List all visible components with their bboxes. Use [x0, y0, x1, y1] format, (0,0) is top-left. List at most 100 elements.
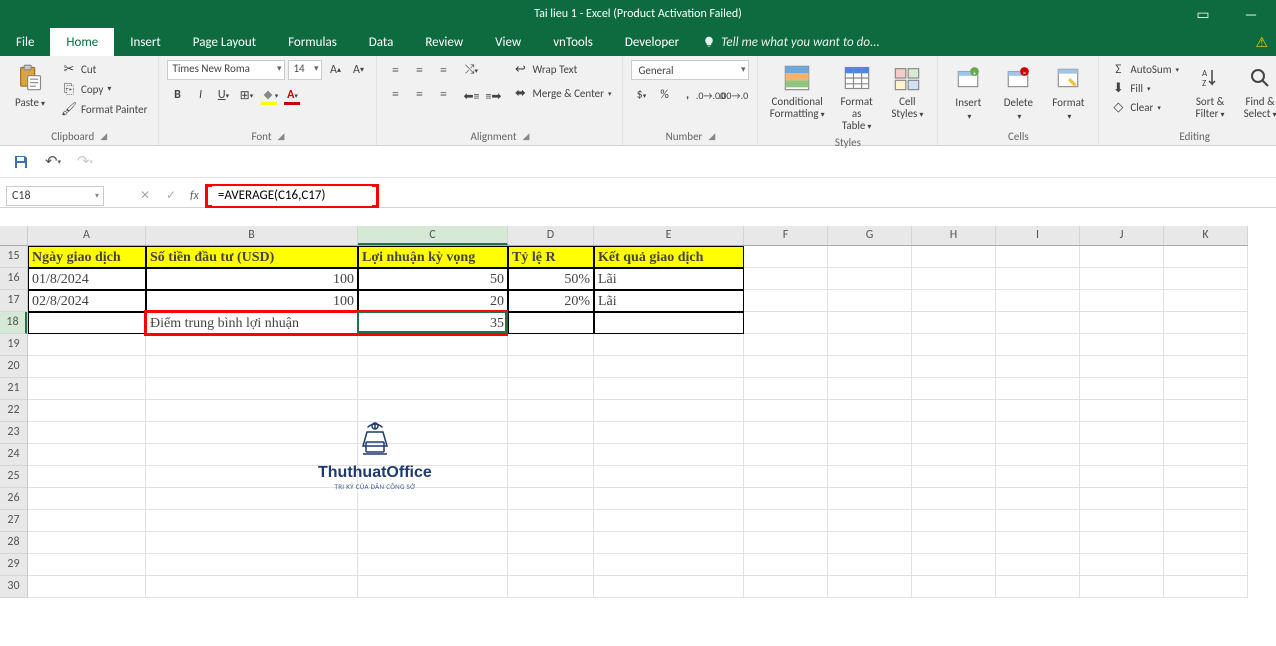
grow-font-button[interactable]: A▴	[325, 60, 345, 80]
cell-A30[interactable]	[28, 576, 146, 598]
cell-D21[interactable]	[508, 378, 594, 400]
cell-F27[interactable]	[744, 510, 828, 532]
row-header-25[interactable]: 25	[0, 466, 27, 488]
cell-styles-button[interactable]: Cell Styles▾	[885, 60, 929, 122]
cell-D26[interactable]	[508, 488, 594, 510]
tab-data[interactable]: Data	[353, 28, 410, 56]
cell-K27[interactable]	[1164, 510, 1248, 532]
cell-C17[interactable]: 20	[358, 290, 508, 312]
cell-E20[interactable]	[594, 356, 744, 378]
cell-G16[interactable]	[828, 268, 912, 290]
cell-K25[interactable]	[1164, 466, 1248, 488]
cell-G25[interactable]	[828, 466, 912, 488]
cell-K28[interactable]	[1164, 532, 1248, 554]
cell-D17[interactable]: 20%	[508, 290, 594, 312]
cell-H16[interactable]	[912, 268, 996, 290]
delete-cells-button[interactable]: × Delete▾	[996, 60, 1040, 124]
row-header-23[interactable]: 23	[0, 422, 27, 444]
enter-formula-button[interactable]: ✓	[158, 188, 184, 203]
cell-K18[interactable]	[1164, 312, 1248, 334]
col-header-C[interactable]: C	[358, 226, 508, 245]
cell-H18[interactable]	[912, 312, 996, 334]
font-launcher[interactable]: ◢	[278, 131, 285, 142]
col-header-E[interactable]: E	[594, 226, 744, 245]
cell-H28[interactable]	[912, 532, 996, 554]
ribbon-display-options-icon[interactable]: ▭	[1188, 6, 1218, 23]
cell-C24[interactable]	[358, 444, 508, 466]
cell-J16[interactable]	[1080, 268, 1164, 290]
cell-F23[interactable]	[744, 422, 828, 444]
col-header-J[interactable]: J	[1080, 226, 1164, 245]
cell-I16[interactable]	[996, 268, 1080, 290]
copy-button[interactable]: ⎘Copy ▾	[58, 80, 150, 98]
cell-D27[interactable]	[508, 510, 594, 532]
fill-button[interactable]: ⬇Fill ▾	[1107, 79, 1182, 97]
cell-F30[interactable]	[744, 576, 828, 598]
cell-J23[interactable]	[1080, 422, 1164, 444]
cell-I26[interactable]	[996, 488, 1080, 510]
col-header-H[interactable]: H	[912, 226, 996, 245]
font-name-select[interactable]: Times New Roma	[167, 60, 285, 80]
cell-J18[interactable]	[1080, 312, 1164, 334]
cell-D19[interactable]	[508, 334, 594, 356]
col-header-B[interactable]: B	[146, 226, 358, 245]
cell-A26[interactable]	[28, 488, 146, 510]
cell-J17[interactable]	[1080, 290, 1164, 312]
cell-E15[interactable]: Kết quả giao dịch	[594, 246, 744, 268]
cell-H30[interactable]	[912, 576, 996, 598]
align-middle-button[interactable]: ≡	[409, 60, 429, 80]
cell-B15[interactable]: Số tiền đầu tư (USD)	[146, 246, 358, 268]
cell-I17[interactable]	[996, 290, 1080, 312]
font-size-select[interactable]: 14	[288, 60, 322, 80]
align-center-button[interactable]: ≡	[409, 84, 429, 104]
row-header-16[interactable]: 16	[0, 268, 27, 290]
cell-H21[interactable]	[912, 378, 996, 400]
row-header-22[interactable]: 22	[0, 400, 27, 422]
cell-A15[interactable]: Ngày giao dịch	[28, 246, 146, 268]
tab-formulas[interactable]: Formulas	[272, 28, 353, 56]
cell-D24[interactable]	[508, 444, 594, 466]
cell-D20[interactable]	[508, 356, 594, 378]
underline-button[interactable]: U▾	[213, 85, 233, 105]
cell-K22[interactable]	[1164, 400, 1248, 422]
cell-K15[interactable]	[1164, 246, 1248, 268]
row-header-28[interactable]: 28	[0, 532, 27, 554]
cell-H22[interactable]	[912, 400, 996, 422]
cell-B27[interactable]	[146, 510, 358, 532]
row-header-30[interactable]: 30	[0, 576, 27, 598]
paste-button[interactable]: Paste▾	[8, 60, 52, 111]
tab-view[interactable]: View	[479, 28, 537, 56]
cell-B24[interactable]	[146, 444, 358, 466]
row-header-24[interactable]: 24	[0, 444, 27, 466]
cell-A16[interactable]: 01/8/2024	[28, 268, 146, 290]
cell-B30[interactable]	[146, 576, 358, 598]
cell-A28[interactable]	[28, 532, 146, 554]
cancel-formula-button[interactable]: ✕	[132, 188, 158, 203]
insert-cells-button[interactable]: + Insert▾	[946, 60, 990, 124]
cell-D23[interactable]	[508, 422, 594, 444]
cell-G23[interactable]	[828, 422, 912, 444]
undo-button[interactable]: ↶▾	[42, 151, 64, 173]
cell-D15[interactable]: Tỷ lệ R	[508, 246, 594, 268]
cell-E17[interactable]: Lãi	[594, 290, 744, 312]
row-header-15[interactable]: 15	[0, 246, 27, 268]
cell-F22[interactable]	[744, 400, 828, 422]
accounting-format-button[interactable]: $▾	[631, 85, 651, 105]
format-as-table-button[interactable]: Format as Table▾	[834, 60, 880, 134]
formula-input[interactable]	[212, 186, 372, 206]
cell-D22[interactable]	[508, 400, 594, 422]
cell-J22[interactable]	[1080, 400, 1164, 422]
spreadsheet-grid[interactable]: ABCDEFGHIJK 1516171819202122232425262728…	[0, 226, 1276, 646]
decrease-decimal-button[interactable]: .00→.0	[723, 85, 743, 105]
cell-E29[interactable]	[594, 554, 744, 576]
cell-H23[interactable]	[912, 422, 996, 444]
align-right-button[interactable]: ≡	[433, 84, 453, 104]
cell-J19[interactable]	[1080, 334, 1164, 356]
cell-E24[interactable]	[594, 444, 744, 466]
conditional-formatting-button[interactable]: Conditional Formatting▾	[766, 60, 827, 122]
cell-K20[interactable]	[1164, 356, 1248, 378]
cell-D25[interactable]	[508, 466, 594, 488]
cell-F24[interactable]	[744, 444, 828, 466]
cell-F16[interactable]	[744, 268, 828, 290]
cell-J24[interactable]	[1080, 444, 1164, 466]
